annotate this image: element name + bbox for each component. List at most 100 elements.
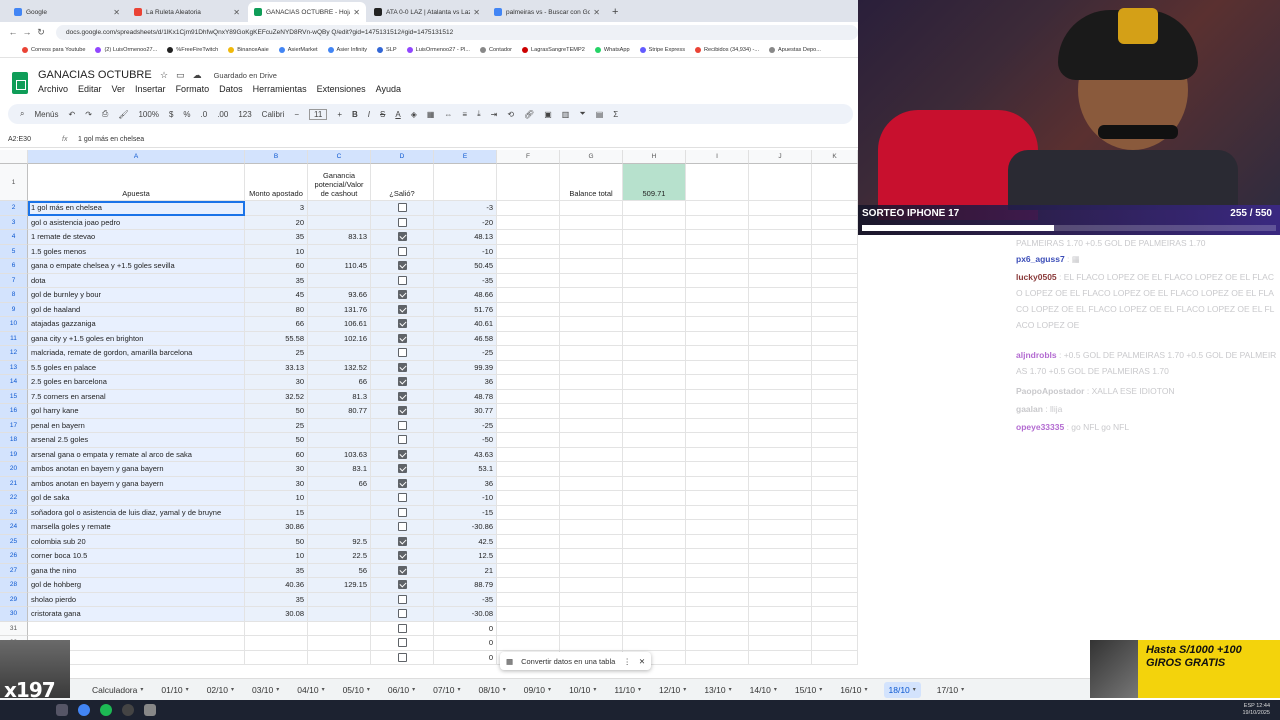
menu-item-herramientas[interactable]: Herramientas — [253, 84, 307, 94]
cell-resultado[interactable]: -50 — [434, 433, 497, 448]
empty-cell[interactable] — [686, 273, 749, 288]
cell-monto[interactable]: 30 — [245, 462, 308, 477]
increase-decimal-button[interactable]: .00 — [217, 110, 228, 119]
sheet-tab[interactable]: 08/10 ▾ — [476, 682, 507, 698]
cell-monto[interactable]: 60 — [245, 447, 308, 462]
empty-cell[interactable] — [812, 375, 858, 390]
cell-monto[interactable]: 15 — [245, 505, 308, 520]
cell-salio[interactable] — [371, 534, 434, 549]
cell-resultado[interactable]: -20 — [434, 215, 497, 230]
checkbox[interactable] — [397, 536, 407, 546]
row-header[interactable]: 17 — [0, 418, 28, 433]
menu-item-archivo[interactable]: Archivo — [38, 84, 68, 94]
row-header[interactable]: 27 — [0, 563, 28, 578]
column-header-d[interactable]: D — [371, 150, 434, 164]
empty-cell[interactable] — [560, 346, 623, 361]
cell-apuesta[interactable]: penal en bayern — [28, 418, 245, 433]
bold-icon[interactable]: B — [352, 110, 358, 119]
header-apuesta[interactable]: Apuesta — [28, 164, 245, 201]
empty-cell[interactable] — [749, 563, 812, 578]
cell-salio[interactable] — [371, 418, 434, 433]
cell-ganancia[interactable]: 132.52 — [308, 360, 371, 375]
tab-close-icon[interactable]: ✕ — [473, 8, 480, 17]
empty-cell[interactable] — [812, 621, 858, 636]
sheet-tab[interactable]: 10/10 ▾ — [567, 682, 598, 698]
cell-resultado[interactable]: -25 — [434, 346, 497, 361]
empty-cell[interactable] — [623, 346, 686, 361]
sheet-tab[interactable]: 14/10 ▾ — [748, 682, 779, 698]
cell-monto[interactable] — [245, 621, 308, 636]
empty-cell[interactable] — [686, 331, 749, 346]
bookmark-item[interactable]: LuisOrmenoo27 - Pl... — [406, 46, 470, 53]
back-icon[interactable]: ← — [6, 27, 20, 37]
empty-cell[interactable] — [686, 244, 749, 259]
cell-ganancia[interactable] — [308, 607, 371, 622]
checkbox[interactable] — [397, 420, 407, 430]
cell-salio[interactable] — [371, 447, 434, 462]
checkbox[interactable] — [397, 623, 407, 633]
checkbox[interactable] — [397, 580, 407, 590]
merge-icon[interactable]: ⇔ — [444, 110, 452, 119]
cell-apuesta[interactable]: arsenal 2.5 goles — [28, 433, 245, 448]
empty-cell[interactable] — [686, 215, 749, 230]
chevron-down-icon[interactable]: ▾ — [774, 686, 777, 693]
balance-total-value[interactable]: 509.71 — [623, 164, 686, 201]
empty-cell[interactable] — [749, 462, 812, 477]
cell-resultado[interactable]: -35 — [434, 273, 497, 288]
column-header-f[interactable]: F — [497, 150, 560, 164]
cell-salio[interactable] — [371, 244, 434, 259]
empty-cell[interactable] — [749, 244, 812, 259]
chevron-down-icon[interactable]: ▾ — [276, 686, 279, 693]
row-header[interactable]: 8 — [0, 288, 28, 303]
empty-cell[interactable] — [623, 317, 686, 332]
italic-icon[interactable]: I — [368, 110, 370, 119]
reload-icon[interactable]: ↻ — [34, 27, 48, 38]
menu-item-insertar[interactable]: Insertar — [135, 84, 166, 94]
cell-salio[interactable] — [371, 230, 434, 245]
paint-format-icon[interactable]: 🖌︎ — [118, 110, 128, 119]
chevron-down-icon[interactable]: ▾ — [457, 686, 460, 693]
empty-cell[interactable] — [749, 375, 812, 390]
empty-cell[interactable] — [560, 331, 623, 346]
font-size-plus-icon[interactable]: + — [337, 110, 342, 119]
cell-salio[interactable] — [371, 636, 434, 651]
empty-cell[interactable] — [560, 534, 623, 549]
name-box[interactable]: A2:E30 — [0, 136, 62, 143]
cell-ganancia[interactable]: 92.5 — [308, 534, 371, 549]
redo-icon[interactable]: ↷ — [85, 110, 92, 119]
empty-cell[interactable] — [497, 534, 560, 549]
header-e[interactable] — [434, 164, 497, 201]
empty-cell[interactable] — [749, 317, 812, 332]
empty-cell[interactable] — [623, 592, 686, 607]
empty-cell[interactable] — [812, 534, 858, 549]
empty-cell[interactable] — [749, 621, 812, 636]
cell-ganancia[interactable]: 56 — [308, 563, 371, 578]
empty-cell[interactable] — [497, 317, 560, 332]
link-icon[interactable]: 🔗︎ — [524, 110, 534, 119]
cell-apuesta[interactable]: gana city y +1.5 goles en brighton — [28, 331, 245, 346]
cell-salio[interactable] — [371, 592, 434, 607]
sheet-tab[interactable]: 06/10 ▾ — [386, 682, 417, 698]
cell-salio[interactable] — [371, 346, 434, 361]
column-header-i[interactable]: I — [686, 150, 749, 164]
sheet-tab[interactable]: 04/10 ▾ — [295, 682, 326, 698]
empty-cell[interactable] — [497, 302, 560, 317]
cell-monto[interactable]: 30.86 — [245, 520, 308, 535]
row-header[interactable]: 30 — [0, 607, 28, 622]
empty-cell[interactable] — [560, 549, 623, 564]
bookmark-item[interactable]: LagrasSangreTEMP2 — [522, 46, 585, 53]
cell-ganancia[interactable] — [308, 201, 371, 216]
font-size-minus-icon[interactable]: − — [294, 110, 299, 119]
sheet-tab[interactable]: 09/10 ▾ — [522, 682, 553, 698]
checkbox[interactable] — [397, 478, 407, 488]
cell-ganancia[interactable]: 66 — [308, 375, 371, 390]
empty-cell[interactable] — [812, 331, 858, 346]
empty-cell[interactable] — [686, 520, 749, 535]
cell-apuesta[interactable]: gol harry kane — [28, 404, 245, 419]
row-header[interactable]: 29 — [0, 592, 28, 607]
empty-cell[interactable] — [812, 230, 858, 245]
empty-cell[interactable] — [497, 215, 560, 230]
chevron-down-icon[interactable]: ▾ — [913, 686, 916, 693]
empty-cell[interactable] — [686, 534, 749, 549]
empty-cell[interactable] — [812, 389, 858, 404]
